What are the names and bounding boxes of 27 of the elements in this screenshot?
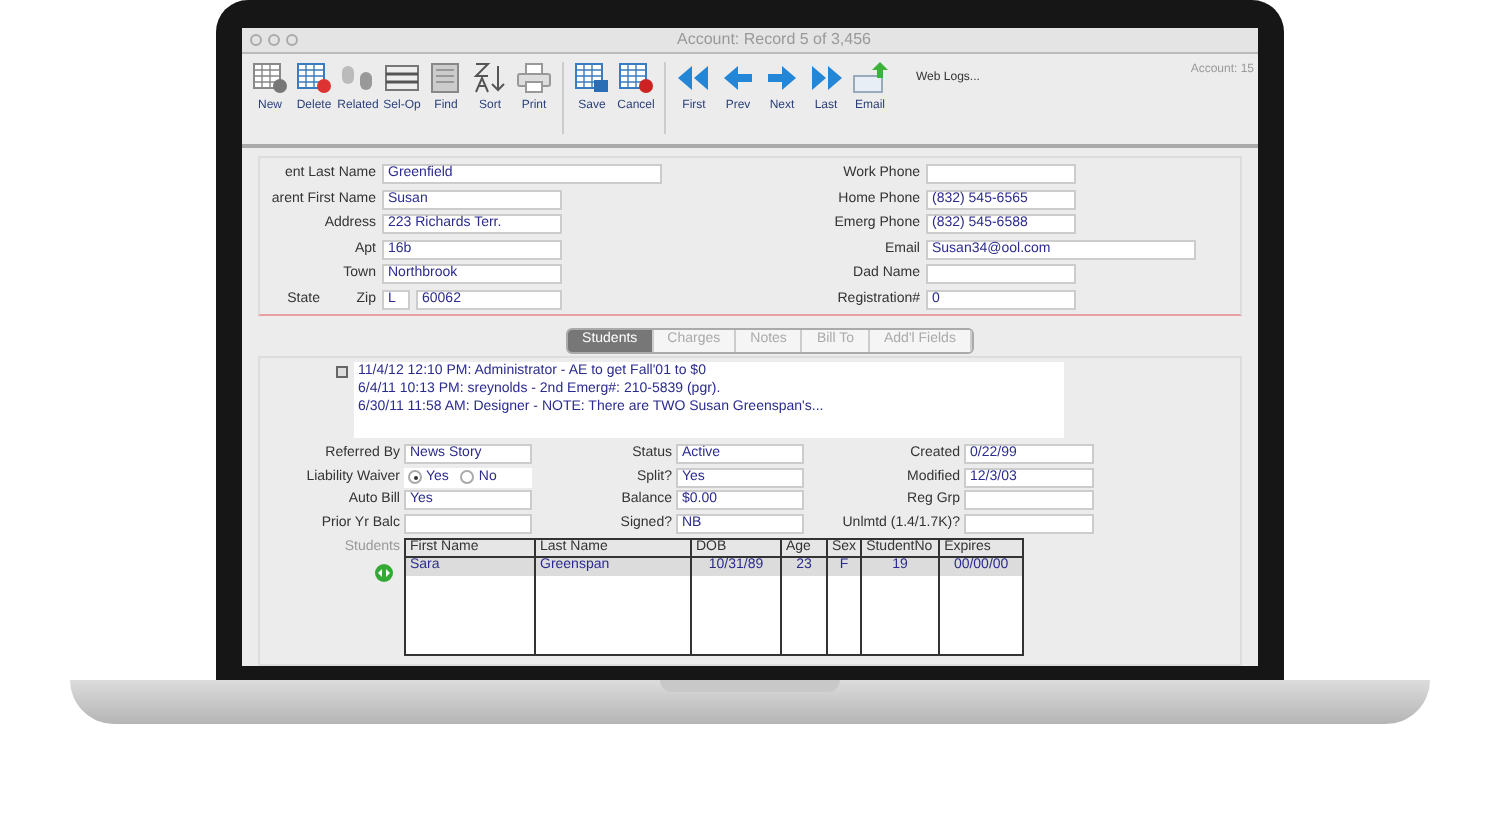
printer-icon (516, 62, 552, 94)
text-field[interactable] (926, 264, 1076, 285)
left-arrow-icon (720, 62, 756, 94)
save-icon (574, 62, 610, 94)
double-left-arrow-icon (676, 62, 712, 94)
text-field[interactable] (964, 513, 1094, 534)
add-remove-icon[interactable] (372, 563, 396, 581)
text-field[interactable] (926, 164, 1076, 185)
zoom-icon[interactable] (286, 34, 298, 46)
text-field[interactable] (404, 513, 532, 534)
minimize-icon[interactable] (268, 34, 280, 46)
right-arrow-icon (764, 62, 800, 94)
delete-icon (296, 62, 332, 94)
text-field[interactable] (964, 490, 1094, 511)
sort-icon (472, 62, 508, 94)
cylinders-icon (340, 62, 376, 94)
find-icon (428, 62, 464, 94)
radio-button[interactable] (460, 470, 475, 485)
double-right-arrow-icon (808, 62, 844, 94)
collapse-icon[interactable] (336, 366, 348, 378)
radio-button[interactable] (408, 470, 422, 485)
email-icon (852, 62, 888, 94)
table-icon (252, 62, 288, 94)
close-icon[interactable] (250, 34, 262, 46)
cancel-icon (618, 62, 654, 94)
list-icon (384, 62, 420, 94)
window-title: Account: Record 5 of 3,456 (675, 28, 873, 52)
